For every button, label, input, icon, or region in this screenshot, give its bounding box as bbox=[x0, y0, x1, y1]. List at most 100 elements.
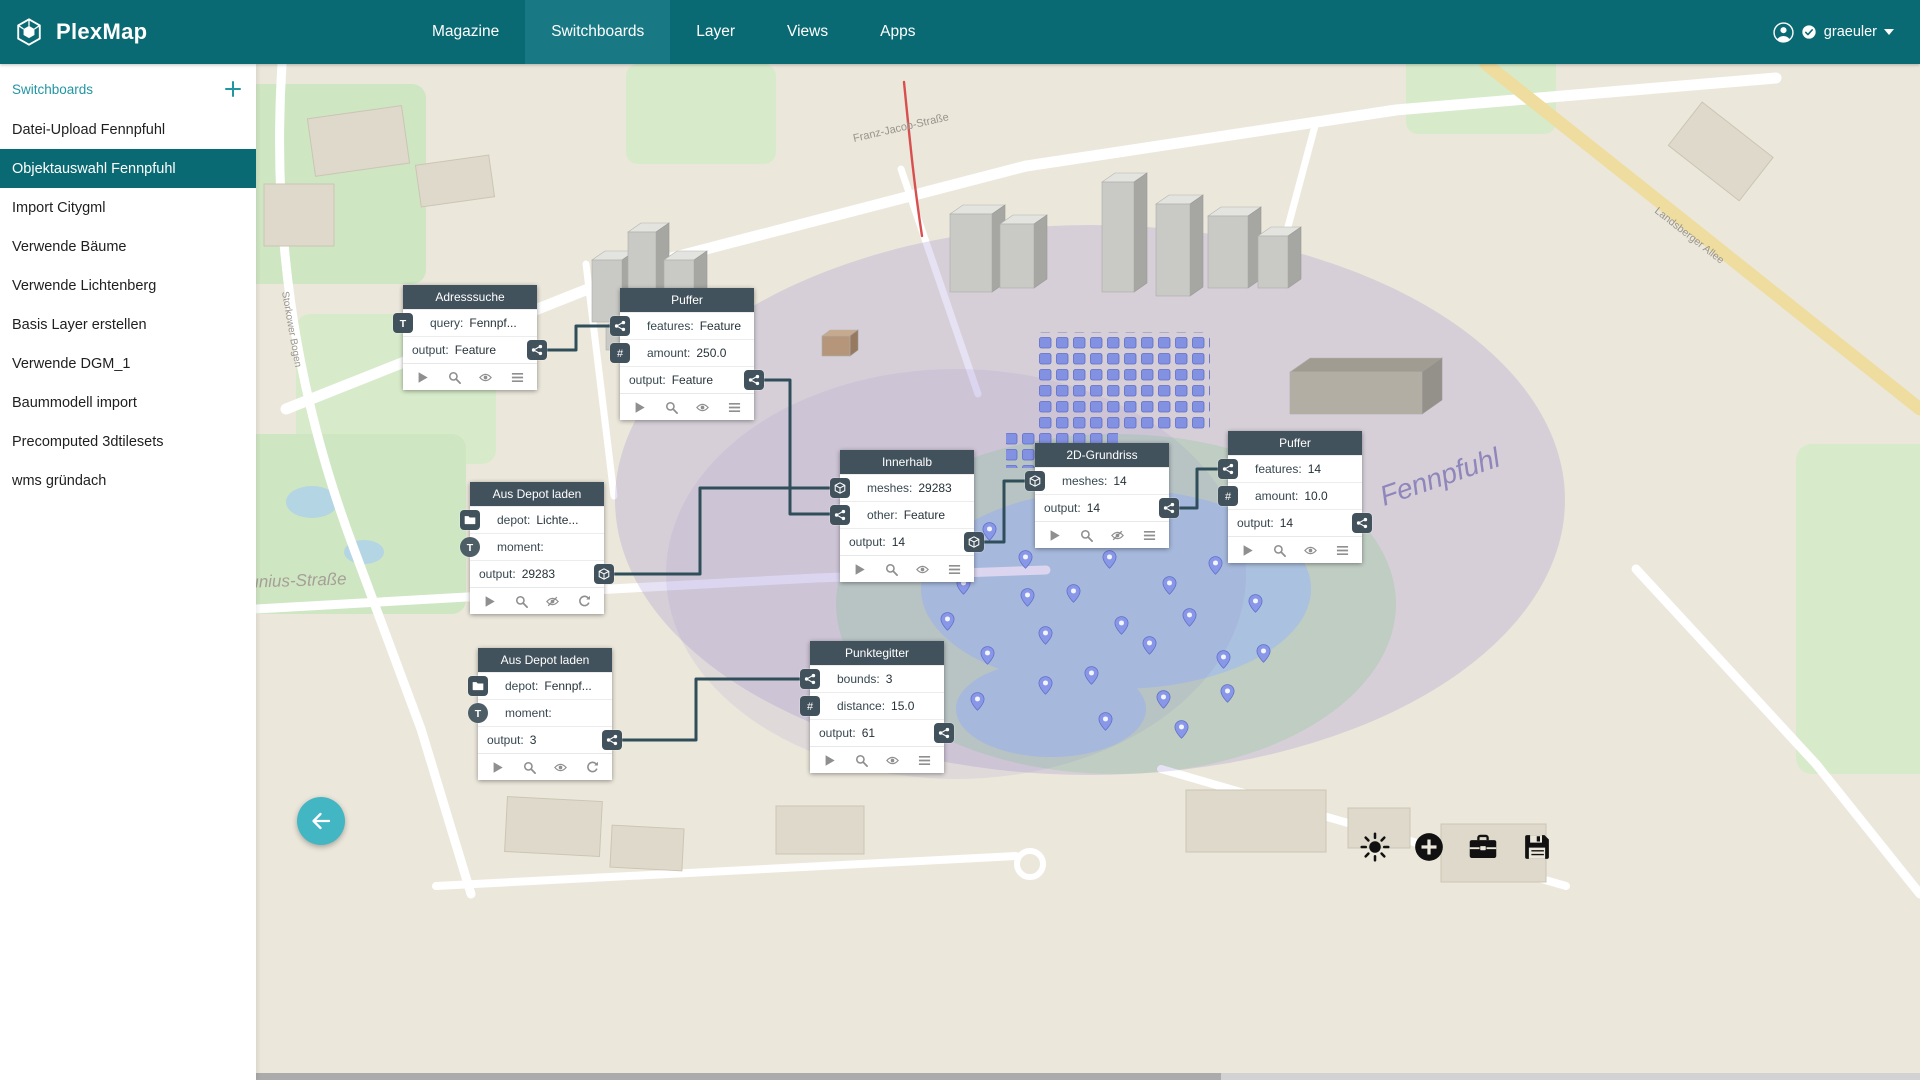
sidebar-item-verwende-bäume[interactable]: Verwende Bäume bbox=[0, 227, 256, 266]
preview-icon[interactable] bbox=[855, 754, 868, 767]
node-2d-grundriss[interactable]: 2D-Grundrissmeshes:14output:14 bbox=[1035, 443, 1169, 548]
node-depot-2[interactable]: Aus Depot ladendepot:Fennpf...Tmoment:ou… bbox=[478, 648, 612, 780]
node-row-moment[interactable]: Tmoment: bbox=[470, 533, 604, 560]
node-title[interactable]: Adresssuche bbox=[403, 285, 537, 309]
node-row-bounds[interactable]: bounds:3 bbox=[810, 665, 944, 692]
add-switchboard-button[interactable] bbox=[224, 80, 242, 98]
list-icon[interactable] bbox=[948, 563, 961, 576]
node-title[interactable]: Punktegitter bbox=[810, 641, 944, 665]
node-row-output[interactable]: output:Feature bbox=[403, 336, 537, 363]
share-icon[interactable] bbox=[1159, 498, 1179, 518]
node-row-depot[interactable]: depot:Lichte... bbox=[470, 506, 604, 533]
node-row-output[interactable]: output:29283 bbox=[470, 560, 604, 587]
node-puffer-2[interactable]: Pufferfeatures:14#amount:10.0output:14 bbox=[1228, 431, 1362, 563]
share-icon[interactable] bbox=[744, 370, 764, 390]
scrollbar-thumb[interactable] bbox=[256, 1073, 1221, 1080]
node-row-amount[interactable]: #amount:10.0 bbox=[1228, 482, 1362, 509]
share-icon[interactable] bbox=[800, 669, 820, 689]
toolbox-button[interactable] bbox=[1466, 830, 1500, 864]
nav-magazine[interactable]: Magazine bbox=[406, 0, 525, 64]
sidebar-item-datei-upload-fennpfuhl[interactable]: Datei-Upload Fennpfuhl bbox=[0, 110, 256, 149]
eye-icon[interactable] bbox=[696, 401, 709, 414]
node-row-features[interactable]: features:Feature bbox=[620, 312, 754, 339]
play-icon[interactable] bbox=[633, 401, 646, 414]
sidebar-item-import-citygml[interactable]: Import Citygml bbox=[0, 188, 256, 227]
text-icon[interactable]: T bbox=[468, 703, 488, 723]
play-icon[interactable] bbox=[483, 595, 496, 608]
eye-slash-icon[interactable] bbox=[546, 595, 559, 608]
preview-icon[interactable] bbox=[665, 401, 678, 414]
eye-icon[interactable] bbox=[916, 563, 929, 576]
play-icon[interactable] bbox=[1241, 544, 1254, 557]
list-icon[interactable] bbox=[511, 371, 524, 384]
folder-icon[interactable] bbox=[468, 676, 488, 696]
play-icon[interactable] bbox=[823, 754, 836, 767]
preview-icon[interactable] bbox=[523, 761, 536, 774]
node-title[interactable]: Innerhalb bbox=[840, 450, 974, 474]
node-depot-1[interactable]: Aus Depot ladendepot:Lichte...Tmoment:ou… bbox=[470, 482, 604, 614]
node-row-amount[interactable]: #amount:250.0 bbox=[620, 339, 754, 366]
add-button[interactable] bbox=[1412, 830, 1446, 864]
eye-icon[interactable] bbox=[1304, 544, 1317, 557]
share-icon[interactable] bbox=[830, 505, 850, 525]
save-button[interactable] bbox=[1520, 830, 1554, 864]
sidebar-item-basis-layer-erstellen[interactable]: Basis Layer erstellen bbox=[0, 305, 256, 344]
eye-icon[interactable] bbox=[554, 761, 567, 774]
horizontal-scrollbar[interactable] bbox=[256, 1073, 1920, 1080]
sidebar-item-verwende-lichtenberg[interactable]: Verwende Lichtenberg bbox=[0, 266, 256, 305]
preview-icon[interactable] bbox=[1273, 544, 1286, 557]
play-icon[interactable] bbox=[416, 371, 429, 384]
list-icon[interactable] bbox=[728, 401, 741, 414]
sidebar-item-objektauswahl-fennpfuhl[interactable]: Objektauswahl Fennpfuhl bbox=[0, 149, 256, 188]
text-icon[interactable]: T bbox=[460, 537, 480, 557]
node-title[interactable]: 2D-Grundriss bbox=[1035, 443, 1169, 467]
node-row-output[interactable]: output:Feature bbox=[620, 366, 754, 393]
list-icon[interactable] bbox=[1336, 544, 1349, 557]
back-button[interactable] bbox=[297, 797, 345, 845]
node-row-output[interactable]: output:61 bbox=[810, 719, 944, 746]
node-row-distance[interactable]: #distance:15.0 bbox=[810, 692, 944, 719]
preview-icon[interactable] bbox=[1080, 529, 1093, 542]
refresh-icon[interactable] bbox=[578, 595, 591, 608]
node-title[interactable]: Puffer bbox=[620, 288, 754, 312]
node-title[interactable]: Aus Depot laden bbox=[478, 648, 612, 672]
share-icon[interactable] bbox=[610, 316, 630, 336]
nav-apps[interactable]: Apps bbox=[854, 0, 941, 64]
brightness-button[interactable] bbox=[1358, 830, 1392, 864]
node-row-meshes[interactable]: meshes:29283 bbox=[840, 474, 974, 501]
eye-slash-icon[interactable] bbox=[1111, 529, 1124, 542]
node-row-other[interactable]: other:Feature bbox=[840, 501, 974, 528]
node-punktegitter[interactable]: Punktegitterbounds:3#distance:15.0output… bbox=[810, 641, 944, 773]
nav-views[interactable]: Views bbox=[761, 0, 854, 64]
node-row-output[interactable]: output:14 bbox=[840, 528, 974, 555]
cube-icon[interactable] bbox=[964, 532, 984, 552]
share-icon[interactable] bbox=[1352, 513, 1372, 533]
sidebar-item-precomputed-3dtilesets[interactable]: Precomputed 3dtilesets bbox=[0, 422, 256, 461]
cube-icon[interactable] bbox=[830, 478, 850, 498]
sidebar-item-verwende-dgm-1[interactable]: Verwende DGM_1 bbox=[0, 344, 256, 383]
node-title[interactable]: Aus Depot laden bbox=[470, 482, 604, 506]
eye-icon[interactable] bbox=[886, 754, 899, 767]
user-menu[interactable]: graeuler bbox=[1773, 0, 1920, 64]
share-icon[interactable] bbox=[527, 340, 547, 360]
node-row-output[interactable]: output:14 bbox=[1228, 509, 1362, 536]
preview-icon[interactable] bbox=[515, 595, 528, 608]
number-icon[interactable]: # bbox=[610, 343, 630, 363]
node-row-meshes[interactable]: meshes:14 bbox=[1035, 467, 1169, 494]
node-row-query[interactable]: Tquery:Fennpf... bbox=[403, 309, 537, 336]
node-row-depot[interactable]: depot:Fennpf... bbox=[478, 672, 612, 699]
folder-icon[interactable] bbox=[460, 510, 480, 530]
sidebar-item-wms-gründach[interactable]: wms gründach bbox=[0, 461, 256, 500]
play-icon[interactable] bbox=[1048, 529, 1061, 542]
refresh-icon[interactable] bbox=[586, 761, 599, 774]
switchboard-canvas[interactable]: Franz-Jacob-StraßeStorkower BogenJunius-… bbox=[256, 64, 1920, 1080]
node-title[interactable]: Puffer bbox=[1228, 431, 1362, 455]
node-innerhalb[interactable]: Innerhalbmeshes:29283other:Featureoutput… bbox=[840, 450, 974, 582]
sidebar-item-baummodell-import[interactable]: Baummodell import bbox=[0, 383, 256, 422]
node-row-output[interactable]: output:3 bbox=[478, 726, 612, 753]
node-adresssuche[interactable]: AdresssucheTquery:Fennpf...output:Featur… bbox=[403, 285, 537, 390]
preview-icon[interactable] bbox=[885, 563, 898, 576]
nav-switchboards[interactable]: Switchboards bbox=[525, 0, 670, 64]
preview-icon[interactable] bbox=[448, 371, 461, 384]
nav-layer[interactable]: Layer bbox=[670, 0, 761, 64]
